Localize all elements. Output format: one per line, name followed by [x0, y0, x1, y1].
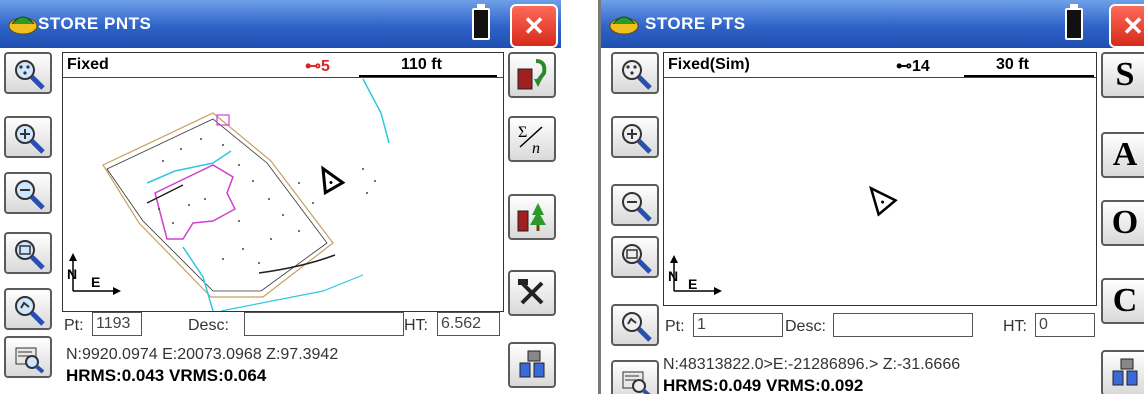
close-button[interactable]: ✕	[510, 4, 558, 48]
zoom-extents-button[interactable]	[611, 52, 659, 94]
zoom-out-button[interactable]	[611, 184, 659, 226]
zoom-window-button[interactable]	[4, 232, 52, 274]
store-pnts-screen: STORE PNTS ✕ Fixed ⊷5 110 ft N E Σ n Pt:…	[0, 0, 561, 394]
title-bar: STORE PTS ✕	[601, 0, 1144, 48]
point-entry-row: Pt: Desc: HT:	[62, 311, 502, 339]
rms-values: HRMS:0.043 VRMS:0.064	[66, 366, 267, 385]
survey-plot: N E	[67, 78, 390, 311]
zoom-out-icon	[622, 192, 652, 222]
zoom-in-button[interactable]	[4, 116, 52, 158]
point-entry-row: Pt: Desc: HT:	[663, 312, 1095, 340]
point-label: Pt:	[64, 317, 84, 334]
map-view-button[interactable]	[4, 336, 52, 378]
code-s-label: S	[1115, 56, 1135, 93]
map-view-icon	[622, 371, 651, 394]
map-view-button[interactable]	[611, 360, 659, 394]
svg-text:n: n	[532, 140, 540, 157]
zoom-previous-icon	[622, 312, 652, 342]
zoom-in-button[interactable]	[611, 116, 659, 158]
nez-coordinates: N:48313822.0>E:-21286896.> Z:-31.6666	[663, 356, 961, 373]
zoom-previous-button[interactable]	[611, 304, 659, 346]
app-logo-icon	[609, 16, 639, 35]
tools-button[interactable]	[508, 270, 556, 316]
description-input[interactable]	[244, 312, 404, 336]
gps-satellite-icon	[519, 350, 545, 378]
zoom-previous-icon	[15, 296, 45, 326]
svg-text:Σ: Σ	[518, 124, 527, 141]
map-canvas[interactable]: Fixed(Sim) ⊷14 30 ft N E	[663, 52, 1097, 306]
east-label: E	[91, 274, 100, 290]
height-input[interactable]	[1035, 313, 1095, 337]
desc-label: Desc:	[188, 317, 229, 334]
offset-survey-icon	[517, 203, 546, 232]
battery-icon	[1065, 4, 1083, 40]
east-label: E	[688, 276, 697, 292]
gps-satellite-icon	[1112, 358, 1138, 386]
zoom-window-icon	[622, 244, 652, 274]
zoom-extents-icon	[622, 60, 652, 90]
window-title: STORE PTS	[645, 14, 746, 33]
code-s-button[interactable]: S	[1101, 52, 1144, 98]
zoom-in-icon	[622, 124, 652, 154]
north-label: N	[67, 266, 77, 282]
point-number-input[interactable]	[693, 313, 783, 337]
code-a-label: A	[1112, 136, 1138, 173]
sum-n-icon: Σn	[518, 124, 543, 157]
offset-button[interactable]	[508, 194, 556, 240]
description-input[interactable]	[833, 313, 973, 337]
point-label: Pt:	[665, 318, 685, 335]
point-number-input[interactable]	[92, 312, 142, 336]
gps-status-button[interactable]	[1101, 350, 1144, 394]
app-logo-icon	[8, 16, 38, 35]
map-view-icon	[15, 347, 45, 374]
code-o-button[interactable]: O	[1101, 200, 1144, 246]
tools-icon	[518, 279, 544, 305]
position-arrow-icon	[321, 165, 346, 196]
position-arrow-icon	[869, 185, 898, 217]
window-title: STORE PNTS	[38, 14, 152, 33]
gps-status-button[interactable]	[508, 342, 556, 388]
zoom-window-icon	[15, 240, 45, 270]
rms-values: HRMS:0.049 VRMS:0.092	[663, 376, 864, 394]
nez-coordinates: N:9920.0974 E:20073.0968 Z:97.3942	[66, 346, 339, 363]
zoom-extents-icon	[15, 60, 45, 90]
code-a-button[interactable]: A	[1101, 132, 1144, 178]
zoom-out-icon	[15, 180, 45, 210]
code-c-button[interactable]: C	[1101, 278, 1144, 324]
store-pts-screen: STORE PTS ✕ Fixed(Sim) ⊷14 30 ft N E S A…	[598, 0, 1144, 394]
store-download-icon	[517, 59, 547, 90]
store-button[interactable]	[508, 52, 556, 98]
zoom-in-icon	[15, 124, 45, 154]
survey-plot: N E	[668, 185, 898, 295]
code-c-label: C	[1112, 282, 1138, 319]
north-label: N	[668, 268, 678, 284]
title-bar: STORE PNTS ✕	[0, 0, 561, 48]
battery-icon	[472, 4, 490, 40]
zoom-previous-button[interactable]	[4, 288, 52, 330]
height-label: HT:	[404, 317, 428, 334]
height-input[interactable]	[437, 312, 500, 336]
zoom-extents-button[interactable]	[4, 52, 52, 94]
average-button[interactable]: Σn	[508, 116, 556, 162]
code-o-label: O	[1111, 204, 1139, 241]
height-label: HT:	[1003, 318, 1027, 335]
close-button[interactable]: ✕	[1109, 4, 1144, 48]
map-canvas[interactable]: Fixed ⊷5 110 ft N E	[62, 52, 504, 312]
zoom-out-button[interactable]	[4, 172, 52, 214]
zoom-window-button[interactable]	[611, 236, 659, 278]
desc-label: Desc:	[785, 318, 826, 335]
